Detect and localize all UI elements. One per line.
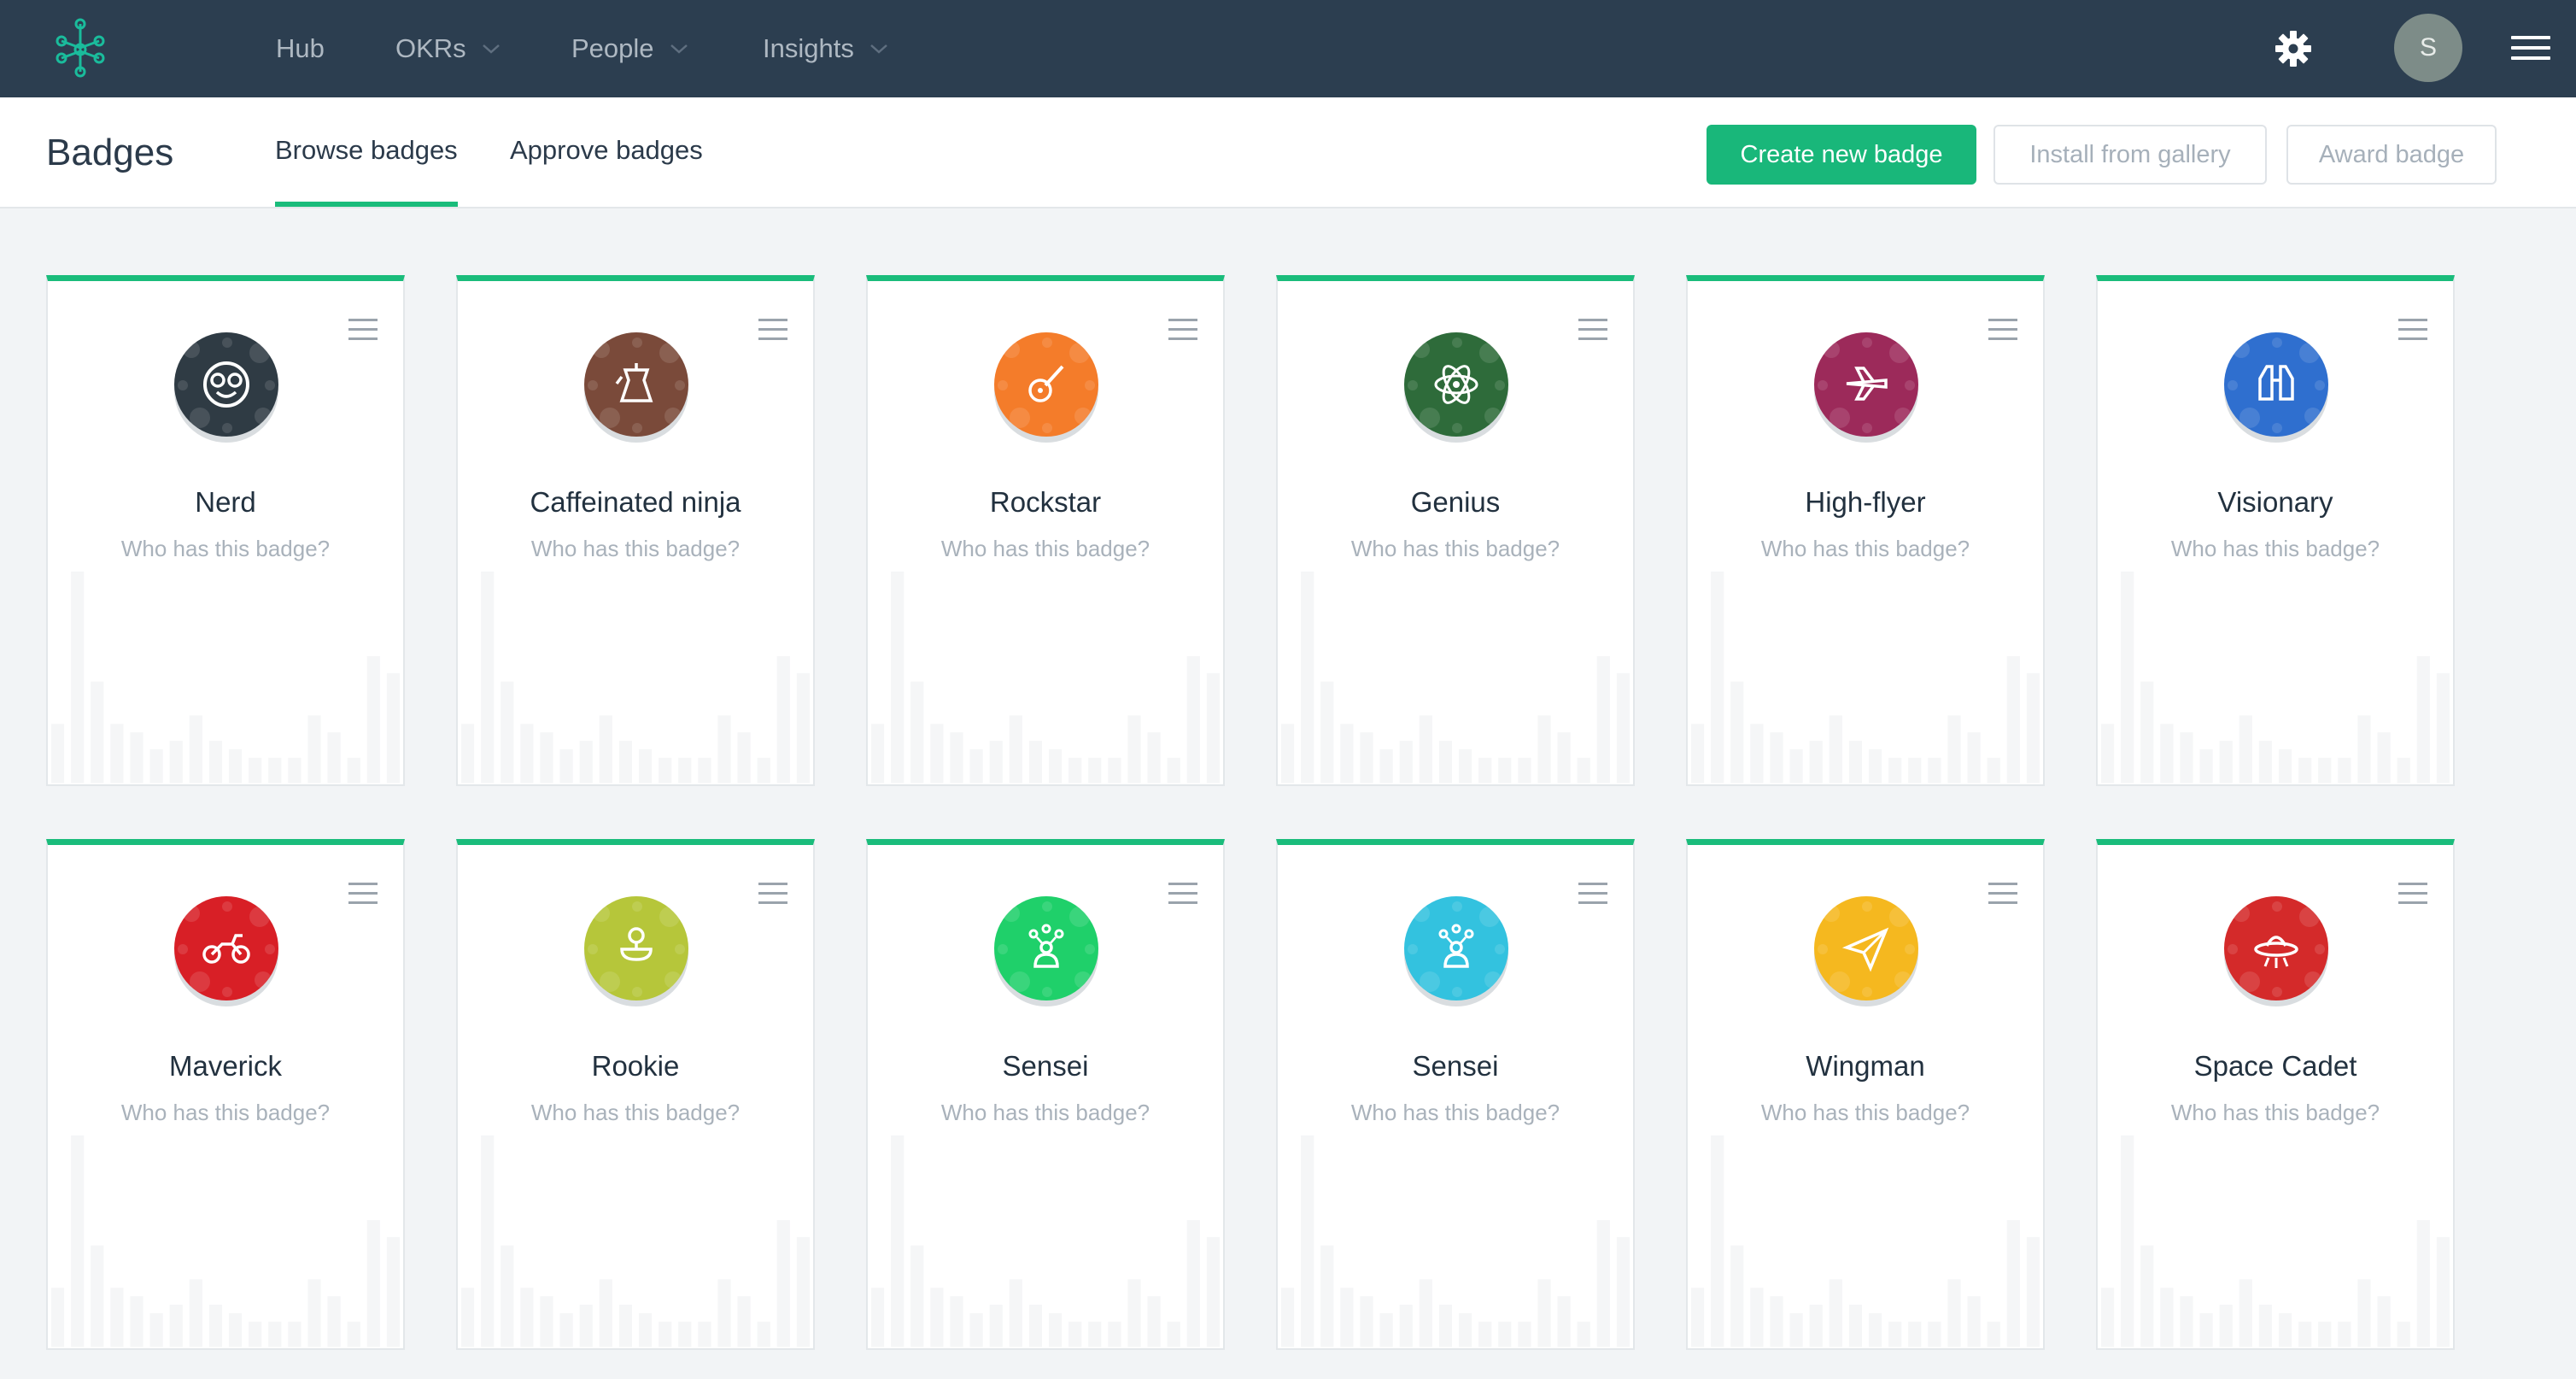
chevron-down-icon — [670, 44, 688, 54]
card-background-bars — [2100, 571, 2450, 783]
badge-name: Maverick — [168, 1050, 283, 1082]
card-background-bars — [1690, 571, 2040, 783]
page-header: Badges Browse badges Approve badges Crea… — [0, 97, 2576, 208]
nav-item-label: Insights — [763, 33, 854, 63]
card-menu-icon[interactable] — [2398, 883, 2427, 905]
guitar-icon — [994, 332, 1098, 437]
badge-name: Wingman — [1806, 1050, 1925, 1082]
badge-card[interactable]: Rookie Who has this badge? — [456, 839, 815, 1350]
tab-approve-badges[interactable]: Approve badges — [510, 135, 703, 166]
gear-icon[interactable] — [2272, 27, 2315, 70]
create-new-badge-button[interactable]: Create new badge — [1707, 125, 1976, 185]
badge-name: Rockstar — [989, 486, 1102, 518]
card-menu-icon[interactable] — [1578, 883, 1607, 905]
nav-item-label: Hub — [276, 33, 325, 63]
badge-card[interactable]: Rockstar Who has this badge? — [866, 275, 1225, 786]
badge-card[interactable]: Space Cadet Who has this badge? — [2096, 839, 2455, 1350]
avatar[interactable]: S — [2394, 14, 2462, 82]
badge-card[interactable]: Sensei Who has this badge? — [1276, 839, 1635, 1350]
badge-name: Caffeinated ninja — [530, 486, 741, 518]
badge-holders-link[interactable]: Who has this badge? — [868, 1100, 1223, 1126]
airplane-icon — [1814, 332, 1918, 437]
badge-card[interactable]: Visionary Who has this badge? — [2096, 275, 2455, 786]
badge-holders-link[interactable]: Who has this badge? — [868, 536, 1223, 562]
nav-item-hub[interactable]: Hub — [276, 0, 325, 97]
chevron-down-icon — [870, 44, 887, 54]
binoculars-icon — [2224, 332, 2328, 437]
coffee-pot-icon — [584, 332, 688, 437]
hamburger-icon[interactable] — [2511, 31, 2550, 65]
network-logo-icon[interactable] — [55, 17, 106, 79]
ufo-icon — [2224, 896, 2328, 1001]
award-badge-button[interactable]: Award badge — [2286, 125, 2497, 185]
badge-holders-link[interactable]: Who has this badge? — [48, 1100, 403, 1126]
badge-holders-link[interactable]: Who has this badge? — [1688, 536, 2043, 562]
nav-item-okrs[interactable]: OKRs — [395, 0, 501, 97]
nav-item-people[interactable]: People — [571, 0, 688, 97]
nerd-face-icon — [174, 332, 278, 437]
badge-name: Space Cadet — [2193, 1050, 2357, 1082]
card-background-bars — [50, 1135, 401, 1347]
tab-browse-badges[interactable]: Browse badges — [275, 135, 458, 207]
badge-name: Genius — [1410, 486, 1501, 518]
card-menu-icon[interactable] — [1578, 319, 1607, 341]
card-menu-icon[interactable] — [1168, 319, 1197, 341]
card-background-bars — [50, 571, 401, 783]
badge-card[interactable]: Nerd Who has this badge? — [46, 275, 405, 786]
install-from-gallery-button[interactable]: Install from gallery — [1993, 125, 2267, 185]
badge-card[interactable]: High-flyer Who has this badge? — [1686, 275, 2045, 786]
card-menu-icon[interactable] — [348, 883, 378, 905]
nav-item-label: OKRs — [395, 33, 466, 63]
badge-name: Sensei — [1002, 1050, 1089, 1082]
card-background-bars — [460, 1135, 811, 1347]
badge-holders-link[interactable]: Who has this badge? — [1688, 1100, 2043, 1126]
badge-holders-link[interactable]: Who has this badge? — [48, 536, 403, 562]
badge-card[interactable]: Genius Who has this badge? — [1276, 275, 1635, 786]
badge-card[interactable]: Caffeinated ninja Who has this badge? — [456, 275, 815, 786]
badge-holders-link[interactable]: Who has this badge? — [1278, 536, 1633, 562]
card-menu-icon[interactable] — [1988, 883, 2017, 905]
badge-name: Rookie — [591, 1050, 680, 1082]
card-menu-icon[interactable] — [758, 319, 787, 341]
page-title: Badges — [46, 132, 174, 173]
badge-card[interactable]: Wingman Who has this badge? — [1686, 839, 2045, 1350]
motorbike-icon — [174, 896, 278, 1001]
card-background-bars — [870, 571, 1221, 783]
badge-grid: Nerd Who has this badge? Caffeinated ninja… — [0, 208, 2576, 1379]
badge-card[interactable]: Maverick Who has this badge? — [46, 839, 405, 1350]
card-background-bars — [1280, 1135, 1630, 1347]
card-background-bars — [2100, 1135, 2450, 1347]
badge-name: Nerd — [195, 486, 256, 518]
badge-name: High-flyer — [1805, 486, 1926, 518]
nav-item-label: People — [571, 33, 654, 63]
card-background-bars — [460, 571, 811, 783]
mentor-icon — [994, 896, 1098, 1001]
atom-icon — [1404, 332, 1508, 437]
badge-name: Visionary — [2217, 486, 2333, 518]
badge-holders-link[interactable]: Who has this badge? — [2098, 1100, 2453, 1126]
card-background-bars — [1280, 571, 1630, 783]
badge-holders-link[interactable]: Who has this badge? — [1278, 1100, 1633, 1126]
card-menu-icon[interactable] — [1988, 319, 2017, 341]
badge-name: Sensei — [1412, 1050, 1499, 1082]
card-menu-icon[interactable] — [2398, 319, 2427, 341]
card-menu-icon[interactable] — [1168, 883, 1197, 905]
card-background-bars — [1690, 1135, 2040, 1347]
nav-item-insights[interactable]: Insights — [763, 0, 888, 97]
badge-holders-link[interactable]: Who has this badge? — [458, 1100, 813, 1126]
card-menu-icon[interactable] — [758, 883, 787, 905]
mentor-icon — [1404, 896, 1508, 1001]
paper-plane-icon — [1814, 896, 1918, 1001]
top-navigation: Hub OKRs People Insights S — [0, 0, 2576, 97]
card-background-bars — [870, 1135, 1221, 1347]
badge-holders-link[interactable]: Who has this badge? — [458, 536, 813, 562]
chevron-down-icon — [482, 44, 500, 54]
badge-holders-link[interactable]: Who has this badge? — [2098, 536, 2453, 562]
badge-card[interactable]: Sensei Who has this badge? — [866, 839, 1225, 1350]
card-menu-icon[interactable] — [348, 319, 378, 341]
pacifier-icon — [584, 896, 688, 1001]
